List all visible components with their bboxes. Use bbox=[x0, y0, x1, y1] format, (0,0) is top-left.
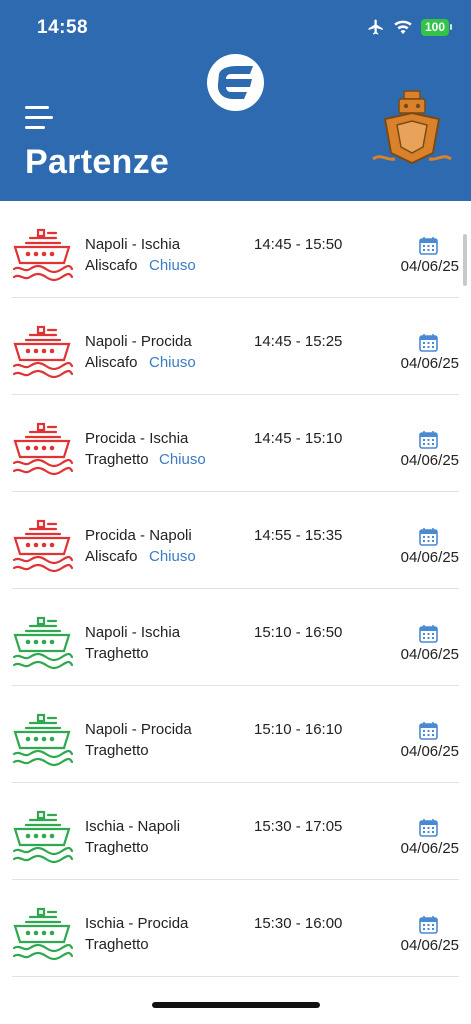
route-label: Napoli - Ischia bbox=[85, 236, 181, 253]
vessel-type: Aliscafo bbox=[85, 354, 138, 371]
vessel-type: Traghetto bbox=[85, 936, 149, 953]
ship-icon bbox=[12, 907, 74, 961]
app-header: 14:58 100 Partenze bbox=[0, 0, 471, 201]
scrollbar-thumb[interactable] bbox=[463, 234, 467, 286]
departure-date: 04/06/25 bbox=[400, 549, 459, 566]
calendar-icon bbox=[419, 431, 438, 449]
ship-icon bbox=[12, 519, 74, 573]
departure-row[interactable]: Napoli - Ischia 14:45 - 15:50 Aliscafo C… bbox=[12, 201, 459, 298]
ship-icon bbox=[12, 325, 74, 379]
ship-icon bbox=[12, 616, 74, 670]
vessel-type: Aliscafo bbox=[85, 548, 138, 565]
departure-date: 04/06/25 bbox=[400, 646, 459, 663]
time-range: 15:10 - 16:10 bbox=[254, 721, 343, 738]
time-range: 15:30 - 16:00 bbox=[254, 915, 343, 932]
departure-date: 04/06/25 bbox=[400, 258, 459, 275]
calendar-icon bbox=[419, 334, 438, 352]
time-range: 14:45 - 15:25 bbox=[254, 333, 343, 350]
departure-row[interactable]: Napoli - Procida 14:45 - 15:25 Aliscafo … bbox=[12, 298, 459, 395]
status-link[interactable]: Chiuso bbox=[159, 451, 206, 468]
app-logo-icon bbox=[207, 54, 264, 111]
vessel-type: Traghetto bbox=[85, 839, 149, 856]
status-bar-time: 14:58 bbox=[37, 17, 89, 38]
ship-bow-logo-icon bbox=[372, 90, 452, 165]
ship-icon bbox=[12, 810, 74, 864]
status-link[interactable]: Chiuso bbox=[149, 354, 196, 371]
departure-row[interactable]: Procida - Napoli 14:55 - 15:35 Aliscafo … bbox=[12, 492, 459, 589]
status-link[interactable]: Chiuso bbox=[149, 548, 196, 565]
departure-date: 04/06/25 bbox=[400, 452, 459, 469]
route-label: Ischia - Procida bbox=[85, 915, 189, 932]
status-bar-icons: 100 bbox=[367, 18, 453, 36]
calendar-icon bbox=[419, 722, 438, 740]
airplane-icon bbox=[368, 19, 383, 35]
time-range: 14:45 - 15:50 bbox=[254, 236, 343, 253]
wifi-icon bbox=[394, 20, 412, 35]
time-range: 14:55 - 15:35 bbox=[254, 527, 343, 544]
departure-date: 04/06/25 bbox=[400, 840, 459, 857]
departure-row[interactable]: Procida - Ischia 14:45 - 15:10 Traghetto… bbox=[12, 395, 459, 492]
vessel-type: Aliscafo bbox=[85, 257, 138, 274]
battery-indicator: 100 bbox=[420, 18, 453, 36]
route-label: Napoli - Procida bbox=[85, 333, 192, 350]
route-label: Procida - Ischia bbox=[85, 430, 189, 447]
home-indicator[interactable] bbox=[152, 1002, 320, 1008]
calendar-icon bbox=[419, 237, 438, 255]
calendar-icon bbox=[419, 819, 438, 837]
time-range: 15:30 - 17:05 bbox=[254, 818, 343, 835]
calendar-icon bbox=[419, 916, 438, 934]
departure-row[interactable]: Ischia - Napoli 15:30 - 17:05 Traghetto … bbox=[12, 783, 459, 880]
page-title: Partenze bbox=[25, 143, 170, 181]
route-label: Procida - Napoli bbox=[85, 527, 192, 544]
ship-icon bbox=[12, 228, 74, 282]
calendar-icon bbox=[419, 528, 438, 546]
ship-icon bbox=[12, 422, 74, 476]
departure-date: 04/06/25 bbox=[400, 743, 459, 760]
vessel-type: Traghetto bbox=[85, 451, 149, 468]
time-range: 15:10 - 16:50 bbox=[254, 624, 343, 641]
ship-icon bbox=[12, 713, 74, 767]
departure-date: 04/06/25 bbox=[400, 937, 459, 954]
departure-row[interactable]: Napoli - Procida 15:10 - 16:10 Traghetto… bbox=[12, 686, 459, 783]
route-label: Ischia - Napoli bbox=[85, 818, 181, 835]
hamburger-menu-icon[interactable] bbox=[25, 106, 55, 130]
status-link[interactable]: Chiuso bbox=[149, 257, 196, 274]
departure-row[interactable]: Napoli - Ischia 15:10 - 16:50 Traghetto … bbox=[12, 589, 459, 686]
time-range: 14:45 - 15:10 bbox=[254, 430, 343, 447]
departure-date: 04/06/25 bbox=[400, 355, 459, 372]
route-label: Napoli - Procida bbox=[85, 721, 192, 738]
calendar-icon bbox=[419, 625, 438, 643]
vessel-type: Traghetto bbox=[85, 645, 149, 662]
departure-row[interactable]: Ischia - Procida 15:30 - 16:00 Traghetto… bbox=[12, 880, 459, 977]
vessel-type: Traghetto bbox=[85, 742, 149, 759]
route-label: Napoli - Ischia bbox=[85, 624, 181, 641]
